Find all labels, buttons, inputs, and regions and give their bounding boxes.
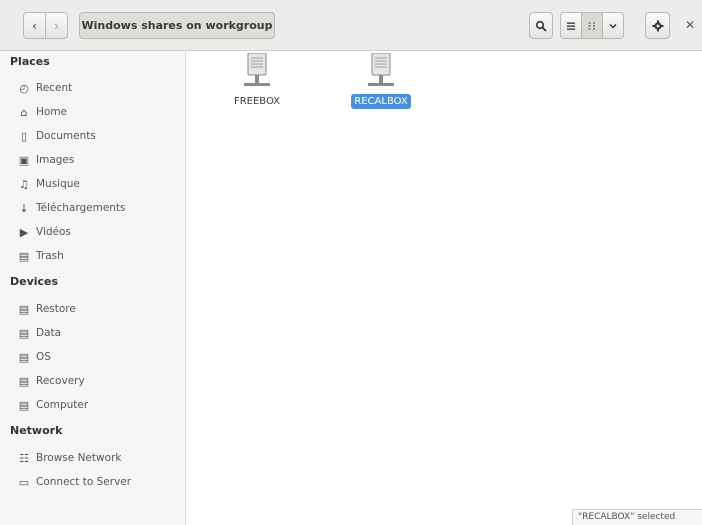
sidebar-item-label: Data [36,327,62,339]
sidebar-item-connect-to-server[interactable]: ▭ Connect to Server [17,472,131,492]
sidebar-item-restore[interactable]: ▤ Restore [17,299,76,319]
home-icon: ⌂ [20,105,28,119]
share-item-freebox[interactable]: FREEBOX [212,53,302,123]
sidebar-item-documents[interactable]: ▯ Documents [17,126,96,146]
sidebar: Places ◴ Recent ⌂ Home ▯ Documents ▣ Ima… [0,51,186,525]
search-icon [535,20,547,32]
forward-button[interactable]: › [45,12,68,39]
section-places-title: Places [10,55,50,68]
list-view-button[interactable] [560,12,582,39]
sidebar-item-computer[interactable]: ▤ Computer [17,395,88,415]
sidebar-item-label: Home [36,106,68,118]
document-icon: ▯ [20,129,28,143]
sidebar-item-data[interactable]: ▤ Data [17,323,61,343]
sidebar-item-recovery[interactable]: ▤ Recovery [17,371,85,391]
drive-icon: ▤ [18,350,30,364]
sidebar-item-label: Téléchargements [36,202,126,214]
sidebar-item-label: Connect to Server [36,476,132,488]
sidebar-item-images[interactable]: ▣ Images [17,150,75,170]
section-devices-title: Devices [10,275,59,288]
sidebar-item-home[interactable]: ⌂ Home [17,102,68,122]
grid-view-icon [588,21,595,30]
status-bar: "RECALBOX" selected [572,509,702,525]
path-bar-button[interactable]: Windows shares on workgroup [79,12,275,39]
sidebar-item-label: Vidéos [36,226,71,238]
network-icon: ☷ [19,451,29,465]
server-icon: ▭ [18,475,30,489]
network-server-icon [368,53,394,86]
settings-button[interactable] [645,12,670,39]
close-button[interactable]: ✕ [682,16,698,34]
list-view-icon [567,22,575,30]
sidebar-item-label: Recent [36,82,73,94]
sidebar-item-label: Documents [36,130,96,142]
sidebar-item-trash[interactable]: ▤ Trash [17,246,64,266]
chevron-down-icon [609,23,617,29]
drive-icon: ▤ [18,398,30,412]
sidebar-item-label: Musique [36,178,80,190]
sidebar-item-label: Computer [36,399,89,411]
sidebar-item-label: Recovery [36,375,85,387]
sidebar-item-musique[interactable]: ♫ Musique [17,174,80,194]
download-icon: ↓ [19,201,29,215]
sidebar-item-os[interactable]: ▤ OS [17,347,51,367]
drive-icon: ▤ [18,302,30,316]
video-icon: ▶ [19,225,29,239]
sidebar-item-label: Restore [36,303,76,315]
network-server-icon [244,53,270,86]
section-network-title: Network [10,424,63,437]
sidebar-item-recent[interactable]: ◴ Recent [17,78,72,98]
sidebar-item-browse-network[interactable]: ☷ Browse Network [17,448,121,468]
back-button[interactable]: ‹ [23,12,46,39]
close-icon: ✕ [684,18,696,32]
share-label: FREEBOX [233,96,281,107]
clock-icon: ◴ [19,81,29,95]
share-item-recalbox[interactable]: RECALBOX [336,53,426,123]
gear-icon [652,20,663,31]
music-icon: ♫ [19,177,29,191]
search-button[interactable] [529,12,553,39]
header-bar: ‹ › Windows shares on workgroup ✕ [0,0,702,51]
sidebar-item-label: OS [36,351,51,363]
camera-icon: ▣ [18,153,30,167]
view-options-button[interactable] [602,12,624,39]
chevron-left-icon: ‹ [32,18,37,33]
drive-icon: ▤ [18,374,30,388]
sidebar-item-label: Images [36,154,75,166]
sidebar-item-label: Trash [36,250,64,262]
sidebar-item-videos[interactable]: ▶ Vidéos [17,222,71,242]
grid-view-button[interactable] [581,12,603,39]
trash-icon: ▤ [18,249,30,263]
sidebar-item-label: Browse Network [36,452,122,464]
file-view: FREEBOX RECALBOX [187,51,702,525]
share-label: RECALBOX [336,94,426,109]
chevron-right-icon: › [54,18,59,33]
sidebar-item-telechargements[interactable]: ↓ Téléchargements [17,198,126,218]
drive-icon: ▤ [18,326,30,340]
